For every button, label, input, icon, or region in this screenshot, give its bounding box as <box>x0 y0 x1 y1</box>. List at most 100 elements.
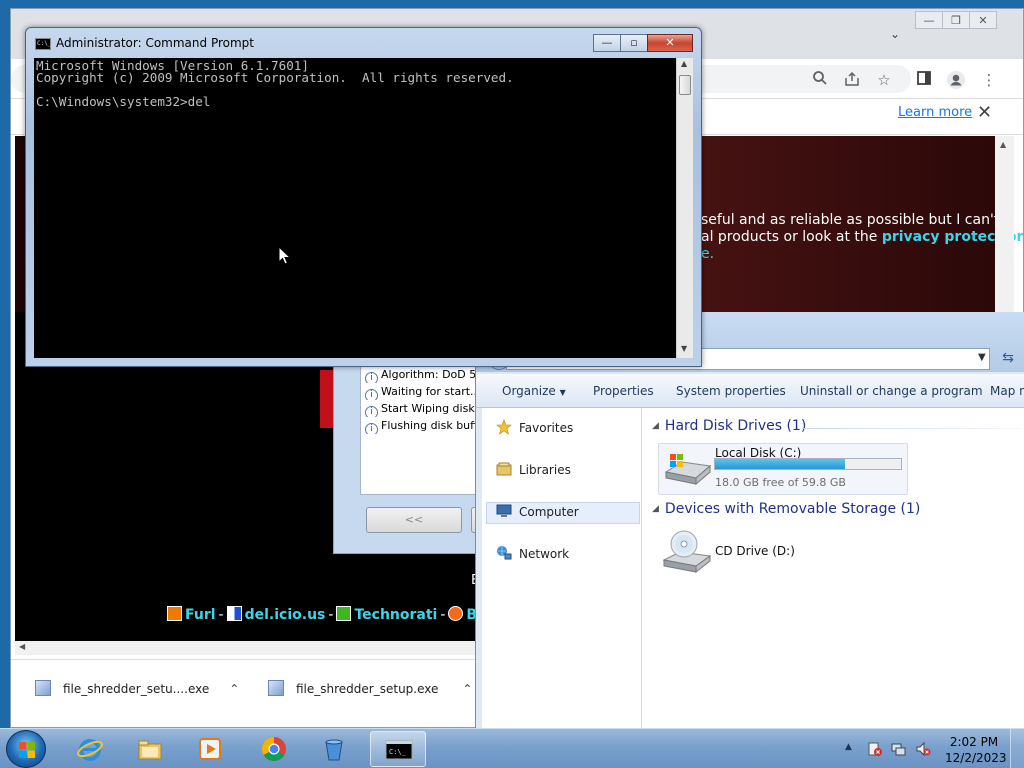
separator: - <box>218 607 224 623</box>
scroll-thumb[interactable] <box>679 75 691 95</box>
nav-item-computer[interactable]: Computer <box>496 502 579 522</box>
local-disk-free-space: 18.0 GB free of 59.8 GB <box>715 476 846 489</box>
taskbar-media-player[interactable] <box>182 731 238 767</box>
volume-muted-icon[interactable] <box>915 741 931 757</box>
recycle-bin-icon <box>325 739 343 761</box>
profile-icon[interactable] <box>946 70 966 90</box>
technorati-link[interactable]: Technorati <box>354 607 437 623</box>
back-button[interactable]: << <box>366 507 462 533</box>
nav-label: Libraries <box>519 463 571 477</box>
explorer-content: ◢ Hard Disk Drives (1) Local Disk (C:) 18… <box>642 408 1024 728</box>
download-item[interactable]: file_shredder_setu....exe ⌃ <box>35 677 239 701</box>
disk-usage-bar <box>714 458 902 470</box>
delicious-link[interactable]: del.icio.us <box>245 607 326 623</box>
close-button[interactable]: ✕ <box>647 34 693 52</box>
nav-label: Computer <box>519 505 579 519</box>
log-text: Waiting for start... <box>381 385 479 398</box>
chrome-restore-button[interactable]: ❐ <box>942 11 970 29</box>
side-panel-icon[interactable] <box>914 70 934 90</box>
taskbar-command-prompt[interactable]: C:\_ <box>370 731 426 767</box>
search-icon[interactable] <box>810 70 830 90</box>
download-item[interactable]: file_shredder_setup.exe ⌃ <box>268 677 472 701</box>
organize-button[interactable]: Organize ▼ <box>502 384 566 398</box>
system-properties-button[interactable]: System properties <box>676 384 786 398</box>
log-text: Start Wiping disk C <box>381 402 479 415</box>
address-dropdown-icon[interactable]: ▼ <box>978 352 986 363</box>
delicious-icon <box>226 606 242 621</box>
log-row: i Flushing disk buffer <box>361 417 479 434</box>
command-prompt-icon: C:\_ <box>385 740 413 760</box>
nav-label: Favorites <box>519 421 574 435</box>
taskbar-file-explorer[interactable] <box>122 731 178 767</box>
chrome-minimize-button[interactable]: — <box>915 11 943 29</box>
minimize-button[interactable]: — <box>593 34 621 52</box>
separator: - <box>328 607 334 623</box>
folder-icon <box>138 740 162 760</box>
console-scrollbar[interactable]: ▲ ▼ <box>676 58 693 358</box>
hard-drive-icon <box>662 448 712 490</box>
scroll-up-icon[interactable]: ▲ <box>681 59 687 68</box>
organize-label: Organize <box>502 384 556 398</box>
shredder-log: iAlgorithm: DoD 522 iWaiting for start..… <box>360 365 480 495</box>
download-filename: file_shredder_setu....exe <box>63 682 210 696</box>
chevron-up-icon[interactable]: ⌃ <box>462 677 472 701</box>
start-button[interactable] <box>6 730 46 768</box>
disk-usage-fill <box>715 459 845 469</box>
chevron-up-icon[interactable]: ⌃ <box>229 677 239 701</box>
learn-more-link[interactable]: Learn more <box>898 105 972 120</box>
uninstall-program-button[interactable]: Uninstall or change a program <box>800 384 983 398</box>
clock-date[interactable]: 12/2/2023 <box>945 751 1007 765</box>
mouse-cursor-icon <box>278 245 292 266</box>
star-icon <box>496 419 512 435</box>
scroll-down-icon[interactable]: ▼ <box>681 344 687 353</box>
collapse-triangle-icon: ◢ <box>652 421 659 431</box>
nav-item-network[interactable]: Network <box>496 544 569 564</box>
action-center-alert-icon[interactable] <box>867 741 883 757</box>
library-icon <box>496 461 512 477</box>
cd-drive-name[interactable]: CD Drive (D:) <box>715 544 795 558</box>
show-desktop-button[interactable] <box>1010 729 1024 768</box>
network-tray-icon[interactable] <box>891 741 907 757</box>
group-divider <box>802 428 1022 429</box>
refresh-icon[interactable]: ⇆ <box>996 350 1020 370</box>
page-text-line1: seful and as reliable as possible but I … <box>701 212 1022 228</box>
explorer-window: ▼ ⇆ Organize ▼ Properties System propert… <box>475 312 1024 728</box>
hard-disk-drives-header[interactable]: ◢ Hard Disk Drives (1) <box>652 418 806 434</box>
taskbar-chrome[interactable] <box>246 731 302 767</box>
menu-icon[interactable]: ⋮ <box>979 70 999 90</box>
properties-button[interactable]: Properties <box>593 384 654 398</box>
console-line: Copyright (c) 2009 Microsoft Corporation… <box>36 70 514 85</box>
log-text: Flushing disk buffer <box>381 419 479 432</box>
windows-logo-icon <box>19 742 35 758</box>
page-text-plain: al products or look at the <box>701 229 882 245</box>
download-filename: file_shredder_setup.exe <box>296 682 439 696</box>
taskbar-recycle-app[interactable] <box>306 731 362 767</box>
removable-storage-header[interactable]: ◢ Devices with Removable Storage (1) <box>652 501 920 517</box>
infobar-close-icon[interactable]: ✕ <box>977 102 992 123</box>
info-icon: i <box>365 372 378 383</box>
share-icon[interactable] <box>842 70 862 90</box>
window-title: Administrator: Command Prompt <box>56 36 254 50</box>
network-icon <box>496 545 512 561</box>
group-label: Devices with Removable Storage (1) <box>664 501 921 517</box>
clock-time[interactable]: 2:02 PM <box>945 735 1003 749</box>
show-hidden-icons-icon[interactable]: ▲ <box>845 742 852 752</box>
console-output[interactable]: Microsoft Windows [Version 6.1.7601] Copy… <box>34 58 676 358</box>
furl-link[interactable]: Furl <box>185 607 216 623</box>
tab-search-icon[interactable]: ⌄ <box>887 27 903 43</box>
taskbar-internet-explorer[interactable] <box>62 731 118 767</box>
log-row: i Start Wiping disk C <box>361 400 479 417</box>
nav-item-libraries[interactable]: Libraries <box>496 460 571 480</box>
star-icon[interactable]: ☆ <box>874 70 894 90</box>
furl-icon <box>167 606 182 621</box>
log-text: Algorithm: DoD 522 <box>381 368 479 381</box>
map-network-drive-button[interactable]: Map n <box>990 384 1024 398</box>
chrome-close-button[interactable]: ✕ <box>969 11 997 29</box>
info-icon: i <box>365 389 378 400</box>
nav-item-favorites[interactable]: Favorites <box>496 418 573 438</box>
chevron-down-icon: ▼ <box>559 388 566 397</box>
media-player-icon <box>199 738 221 760</box>
maximize-button[interactable]: ▫ <box>620 34 648 52</box>
info-icon: i <box>365 423 378 434</box>
page-text-line3: e. <box>701 246 715 262</box>
